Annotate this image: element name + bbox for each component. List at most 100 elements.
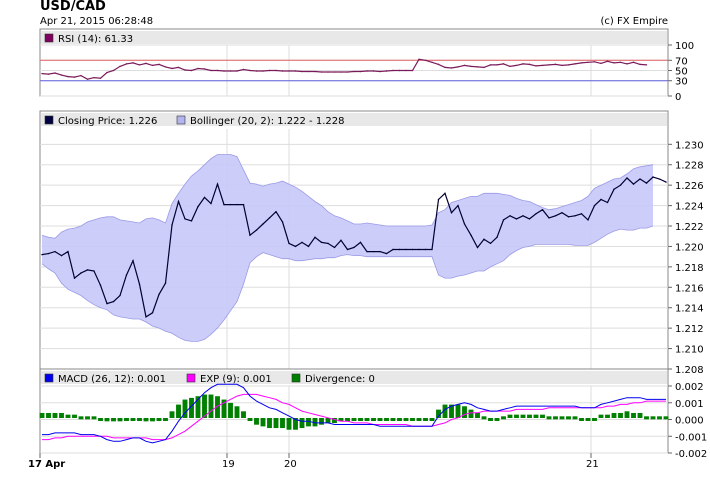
divergence-bar <box>117 418 123 422</box>
closing-price-point <box>613 188 615 190</box>
divergence-bar <box>124 418 129 421</box>
closing-price-point <box>626 177 628 179</box>
macd-y-axis: 0.002 0.001 0.000 -0.001 -0.002 <box>668 382 707 460</box>
macd-legend-label: MACD (26, 12): 0.001 <box>58 374 166 385</box>
rsi-point <box>184 69 186 71</box>
rsi-point <box>255 70 258 72</box>
divergence-bar <box>247 418 253 421</box>
divergence-bar <box>46 412 51 418</box>
macd-tick-label: 0.002 <box>675 382 704 393</box>
rsi-point <box>372 70 375 72</box>
rsi-point <box>73 76 76 78</box>
closing-price-point <box>619 184 622 186</box>
closing-price-point <box>606 201 609 204</box>
divergence-bar <box>631 412 636 418</box>
rsi-point <box>476 66 479 68</box>
closing-price-point <box>106 302 108 305</box>
divergence-bar <box>150 418 155 422</box>
rsi-point <box>346 71 349 73</box>
divergence-bar <box>559 416 565 420</box>
closing-price-point <box>463 223 466 225</box>
divergence-bar <box>462 406 467 418</box>
rsi-tick-label: 30 <box>675 77 688 88</box>
rsi-point <box>314 70 316 73</box>
rsi-legend-bar <box>41 31 667 44</box>
rsi-point <box>112 69 115 72</box>
divergence-bar <box>104 418 110 422</box>
rsi-point <box>333 71 336 73</box>
closing-price-point <box>470 234 472 236</box>
closing-price-point <box>99 284 102 286</box>
rsi-legend-swatch <box>44 33 54 43</box>
closing-price-point <box>359 241 362 244</box>
rsi-point <box>489 64 492 66</box>
rsi-point <box>268 69 271 72</box>
closing-price-point <box>54 250 56 253</box>
rsi-point <box>613 62 615 64</box>
divergence-bar <box>390 418 396 421</box>
macd-legend-swatch <box>186 373 196 383</box>
closing-price-point <box>424 248 427 251</box>
rsi-point <box>593 61 596 63</box>
divergence-bar <box>494 418 500 421</box>
divergence-bar <box>644 416 649 420</box>
rsi-point <box>405 69 407 72</box>
closing-price-point <box>294 245 297 248</box>
divergence-bar <box>429 418 435 421</box>
price-tick-label: 1.218 <box>675 263 704 274</box>
rsi-point <box>496 64 498 66</box>
closing-price-point <box>132 260 134 262</box>
rsi-point <box>132 62 134 64</box>
closing-price-point <box>431 248 433 251</box>
divergence-bar <box>527 414 532 418</box>
price-tick-label: 1.222 <box>675 222 704 233</box>
macd-legend-swatch <box>291 373 301 383</box>
divergence-bar <box>39 412 45 418</box>
divergence-bar <box>384 418 389 421</box>
rsi-point <box>67 75 69 78</box>
closing-price-point <box>366 250 368 253</box>
divergence-bar <box>533 414 539 418</box>
closing-price-point <box>229 203 232 206</box>
rsi-point <box>639 63 641 66</box>
divergence-bar <box>579 418 584 421</box>
closing-price-point <box>405 248 407 251</box>
price-legend-label: Closing Price: 1.226 <box>58 116 157 127</box>
closing-price-point <box>450 212 453 214</box>
divergence-bar <box>299 418 305 429</box>
price-panel: 1.230 1.228 1.226 1.224 1.222 1.220 1.218 1.216… <box>39 110 704 376</box>
closing-price-point <box>236 203 238 206</box>
divergence-bar <box>663 416 669 420</box>
closing-price-point <box>392 248 394 251</box>
price-tick-label: 1.230 <box>675 140 704 151</box>
rsi-point <box>158 63 160 66</box>
divergence-bar <box>657 416 662 420</box>
closing-price-point <box>587 219 589 221</box>
divergence-bar <box>598 414 604 418</box>
divergence-bar <box>546 416 552 420</box>
divergence-bar <box>637 412 643 418</box>
rsi-point <box>262 70 264 72</box>
price-y-axis: 1.230 1.228 1.226 1.224 1.222 1.220 1.218 1.216… <box>668 140 704 376</box>
rsi-tick-label: 100 <box>675 41 694 52</box>
rsi-point <box>509 65 511 68</box>
macd-tick-label: -0.001 <box>675 432 707 443</box>
rsi-point <box>301 70 303 73</box>
macd-tick-label: -0.002 <box>675 449 707 460</box>
divergence-bar <box>254 418 259 425</box>
rsi-point <box>210 69 212 72</box>
price-tick-label: 1.216 <box>675 283 704 294</box>
rsi-point <box>418 58 420 60</box>
closing-price-point <box>93 270 95 272</box>
divergence-bar <box>163 418 168 421</box>
rsi-point <box>502 63 505 65</box>
rsi-point <box>580 62 583 64</box>
divergence-bar <box>377 418 383 421</box>
divergence-bar <box>540 414 545 418</box>
closing-price-point <box>288 242 290 245</box>
closing-price-point <box>340 239 342 242</box>
closing-price-point <box>184 218 186 220</box>
closing-price-point <box>281 221 284 223</box>
rsi-legend: RSI (14): 61.33 <box>44 33 133 45</box>
closing-price-point <box>639 178 641 180</box>
